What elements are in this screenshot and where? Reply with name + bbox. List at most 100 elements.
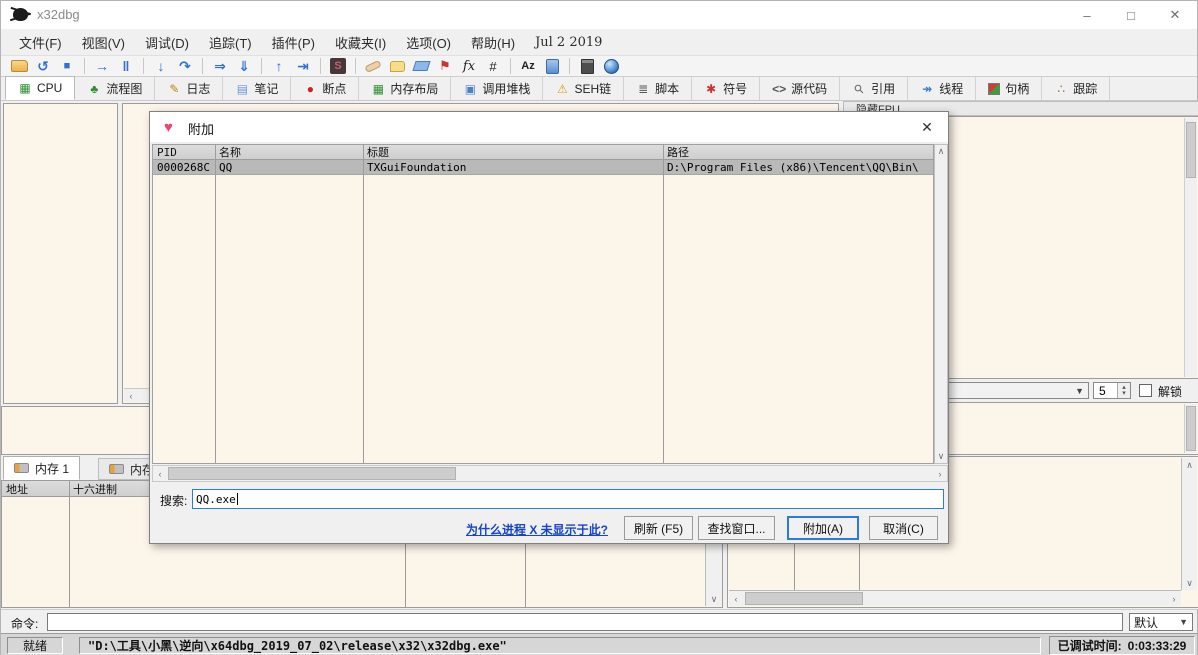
tab-dump-1[interactable]: 内存 1	[3, 456, 80, 480]
execute-till-return-icon[interactable]: ⇓	[234, 57, 254, 75]
menu-options[interactable]: 选项(O)	[396, 29, 461, 56]
scroll-down-icon[interactable]: ∨	[935, 450, 947, 463]
tab-breakpoints[interactable]: ●断点	[291, 77, 359, 100]
attach-button[interactable]: 附加(A)	[787, 516, 859, 540]
scrollbar-thumb[interactable]	[168, 467, 456, 480]
minimize-button[interactable]: –	[1065, 1, 1109, 29]
spinner-arrows-icon[interactable]: ▴▾	[1117, 383, 1130, 398]
column-pid[interactable]: PID	[153, 145, 215, 159]
tab-cpu[interactable]: ▦CPU	[5, 76, 75, 100]
menu-bar: 文件(F) 视图(V) 调试(D) 追踪(T) 插件(P) 收藏夹(I) 选项(…	[1, 29, 1197, 55]
chevron-down-icon: ▼	[1075, 386, 1084, 396]
references-icon: ⚲	[849, 79, 869, 99]
tab-source[interactable]: <>源代码	[760, 77, 840, 100]
run-icon[interactable]: →	[92, 57, 112, 75]
scrollbar-thumb[interactable]	[745, 592, 863, 605]
why-process-not-shown-link[interactable]: 为什么进程 X 未显示于此?	[466, 521, 608, 538]
tab-script[interactable]: ≣脚本	[624, 77, 692, 100]
scroll-up-icon[interactable]: ∧	[1182, 458, 1197, 472]
cancel-button[interactable]: 取消(C)	[869, 516, 938, 540]
column-title[interactable]: 标题	[363, 145, 663, 159]
command-mode-combobox[interactable]: 默认 ▼	[1129, 613, 1193, 631]
refresh-button[interactable]: 刷新 (F5)	[624, 516, 693, 540]
window-title: x32dbg	[37, 7, 80, 22]
scroll-down-icon[interactable]: ∨	[1182, 576, 1197, 590]
bookmark-icon[interactable]: ⚑	[435, 57, 455, 75]
scroll-left-icon[interactable]: ‹	[153, 466, 167, 481]
scrollbar-thumb[interactable]	[1186, 122, 1196, 178]
menu-debug[interactable]: 调试(D)	[135, 29, 199, 56]
animate-icon[interactable]: S	[330, 58, 346, 74]
status-debug-time: 已调试时间: 0:03:33:29	[1049, 636, 1195, 655]
close-button[interactable]: ✕	[1153, 1, 1197, 29]
status-module-path: "D:\工具\小黑\逆向\x64dbg_2019_07_02\release\x…	[79, 637, 1041, 654]
stack-hscrollbar[interactable]: ‹ ›	[729, 590, 1181, 606]
maximize-button[interactable]: □	[1109, 1, 1153, 29]
patch-icon[interactable]	[364, 59, 381, 72]
step-out-icon[interactable]: ↑	[269, 57, 289, 75]
title-bar: x32dbg – □ ✕	[1, 1, 1197, 29]
case-icon[interactable]: Az	[518, 57, 538, 75]
registers-vscrollbar[interactable]	[1184, 118, 1197, 377]
column-name[interactable]: 名称	[215, 145, 363, 159]
scroll-down-icon[interactable]: ∨	[706, 592, 722, 606]
toolbar-separator	[202, 58, 203, 74]
window-icon[interactable]	[546, 59, 559, 74]
label-icon[interactable]	[412, 61, 430, 71]
toolbar-separator	[143, 58, 144, 74]
tab-handles[interactable]: 句柄	[976, 77, 1042, 100]
step-over-icon[interactable]: ↷	[175, 57, 195, 75]
scroll-right-icon[interactable]: ›	[1167, 591, 1181, 606]
menu-plugins[interactable]: 插件(P)	[262, 29, 325, 56]
calculator-icon[interactable]	[581, 59, 594, 74]
scroll-left-icon[interactable]: ‹	[729, 591, 743, 606]
scroll-right-icon[interactable]: ›	[933, 466, 947, 481]
unlock-checkbox[interactable]	[1139, 384, 1152, 397]
tab-memory-map[interactable]: ▦内存布局	[359, 77, 451, 100]
tab-seh-chain[interactable]: ⚠SEH链	[543, 77, 624, 100]
tab-call-stack[interactable]: ▣调用堆栈	[451, 77, 543, 100]
command-input[interactable]	[47, 613, 1123, 631]
menu-trace[interactable]: 追踪(T)	[199, 29, 262, 56]
process-row-selected[interactable]: 0000268C QQ TXGuiFoundation D:\Program F…	[153, 160, 933, 175]
hash-icon[interactable]: #	[483, 57, 503, 75]
restart-icon[interactable]: ↺	[33, 57, 53, 75]
stack-depth-spinner[interactable]: 5 ▴▾	[1093, 382, 1131, 399]
run-to-selection-icon[interactable]: ⇒	[210, 57, 230, 75]
open-file-icon[interactable]	[11, 60, 28, 72]
unlock-label: 解锁	[1158, 383, 1182, 400]
scrollbar-thumb[interactable]	[1186, 406, 1196, 451]
run-to-user-code-icon[interactable]: ⇥	[293, 57, 313, 75]
tab-notes[interactable]: ▤笔记	[223, 77, 291, 100]
search-label: 搜索:	[160, 492, 187, 509]
tab-graph[interactable]: ♣流程图	[75, 77, 155, 100]
tab-threads[interactable]: ↠线程	[908, 77, 976, 100]
tab-symbols[interactable]: ✱符号	[692, 77, 760, 100]
toolbar: ↺ ■ → ‖ ↓ ↷ ⇒ ⇓ ↑ ⇥ S ⚑ fx # Az	[1, 55, 1197, 77]
scroll-left-icon[interactable]: ‹	[124, 389, 138, 402]
attach-dialog-close-button[interactable]: ✕	[906, 112, 948, 142]
menu-view[interactable]: 视图(V)	[72, 29, 135, 56]
arguments-vscrollbar[interactable]	[1184, 404, 1197, 453]
column-address[interactable]: 地址	[2, 481, 69, 496]
comment-icon[interactable]	[390, 61, 405, 72]
menu-favourites[interactable]: 收藏夹(I)	[325, 29, 396, 56]
threads-icon: ↠	[920, 82, 934, 96]
tab-log[interactable]: ✎日志	[155, 77, 223, 100]
process-table-vscrollbar[interactable]: ∧ ∨	[934, 144, 948, 464]
function-icon[interactable]: fx	[459, 57, 479, 75]
globe-icon[interactable]	[604, 59, 619, 74]
menu-file[interactable]: 文件(F)	[9, 29, 72, 56]
tab-trace[interactable]: ∴跟踪	[1042, 77, 1110, 100]
process-table-hscrollbar[interactable]: ‹ ›	[152, 465, 948, 482]
pause-icon[interactable]: ‖	[116, 57, 136, 75]
stop-icon[interactable]: ■	[57, 57, 77, 75]
find-window-button[interactable]: 查找窗口...	[698, 516, 775, 540]
tab-references[interactable]: ⚲引用	[840, 77, 908, 100]
step-into-icon[interactable]: ↓	[151, 57, 171, 75]
stack-vscrollbar[interactable]: ∧ ∨	[1181, 458, 1197, 590]
search-input[interactable]: QQ.exe	[192, 489, 944, 509]
column-path[interactable]: 路径	[663, 145, 933, 159]
menu-help[interactable]: 帮助(H)	[461, 29, 525, 56]
scroll-up-icon[interactable]: ∧	[935, 145, 947, 158]
